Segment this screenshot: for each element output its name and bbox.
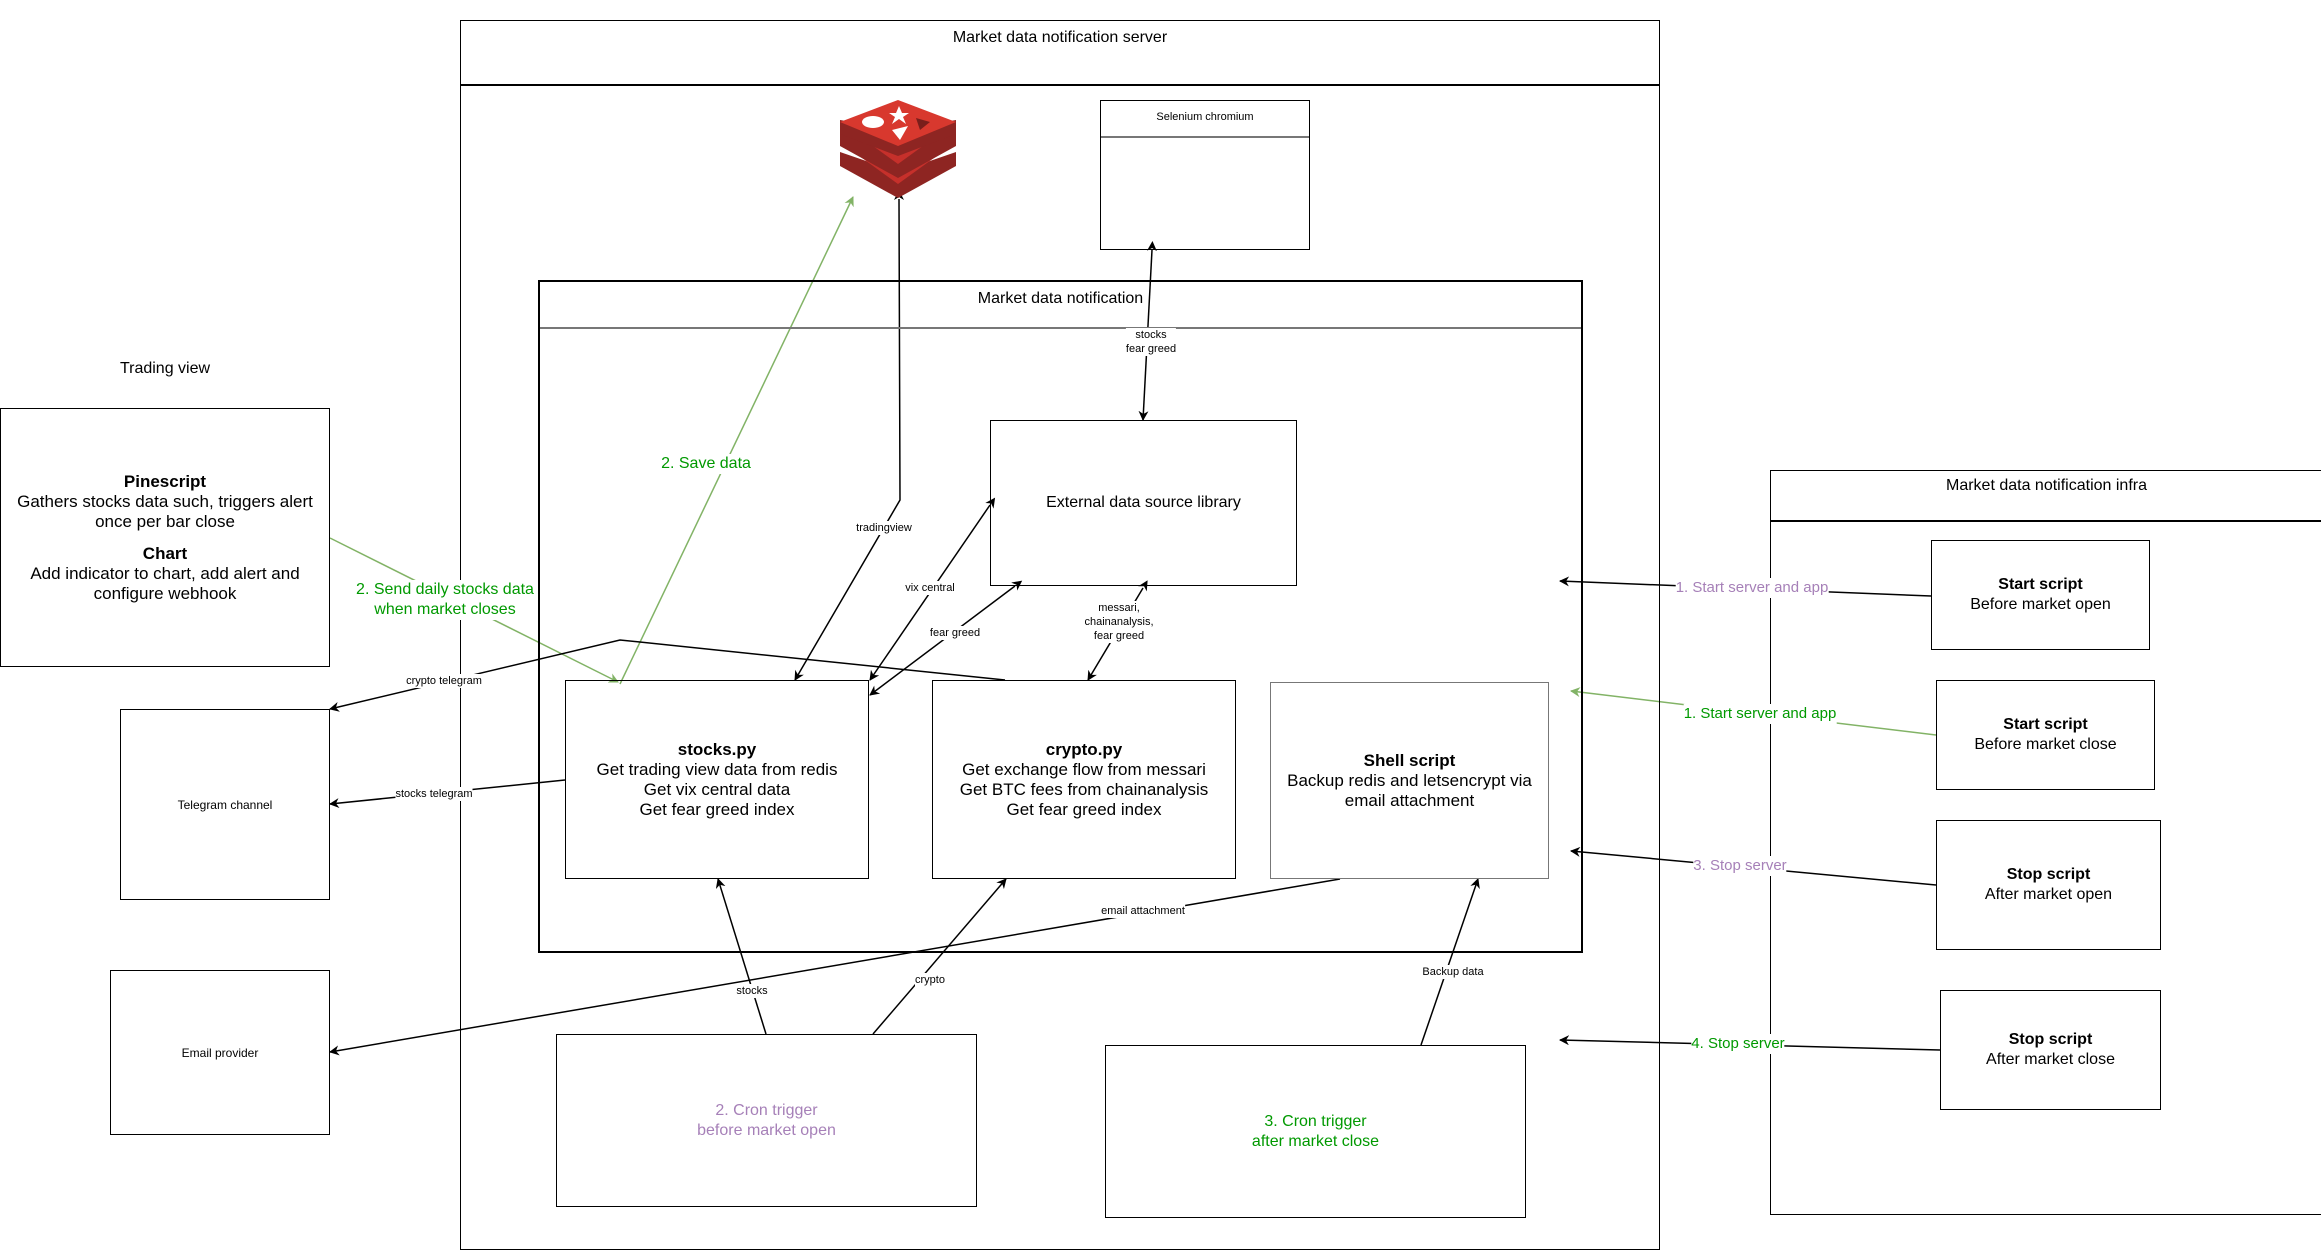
label-line: chainanalysis, [1084,616,1154,628]
cron-close-line1: 3. Cron trigger [1264,1112,1367,1130]
label-stocks-fear-greed: stocks fear greed [1125,328,1177,356]
stocks-py-box[interactable]: stocks.py Get trading view data from red… [565,680,869,879]
chart-heading: Chart [142,543,188,563]
stocks-py-heading: stocks.py [677,739,757,759]
app-title: Market data notification [977,290,1144,307]
server-title: Market data notification server [952,29,1168,46]
cron-after-close-box[interactable]: 3. Cron trigger after market close [1105,1045,1526,1218]
script-sub: Before market open [1970,596,2111,613]
label-stocks-telegram: stocks telegram [395,787,473,801]
cron-before-open-box[interactable]: 2. Cron trigger before market open [556,1034,977,1207]
email-provider-box[interactable]: Email provider [110,970,330,1135]
external-data-source-box[interactable]: External data source library [990,420,1297,586]
crypto-py-line: Get fear greed index [1006,799,1162,819]
crypto-py-box[interactable]: crypto.py Get exchange flow from messari… [932,680,1236,879]
external-lib-label: External data source library [1046,494,1241,511]
label-crypto: crypto [915,973,945,987]
stocks-py-line: Get fear greed index [639,799,795,819]
pinescript-desc-1: Gathers stocks data such, triggers alert [17,491,313,511]
cron-open-line2: before market open [697,1121,836,1139]
label-crypto-telegram: crypto telegram [406,674,482,688]
label-line: stocks [1135,329,1167,341]
stop-script-after-close[interactable]: Stop script After market close [1940,990,2161,1110]
stocks-py-line: Get trading view data from redis [596,759,838,779]
server-header-divider [461,84,1659,86]
label-line: fear greed [1093,630,1145,642]
label-start1: 1. Start server and app [1675,578,1829,598]
label-save-data: 2. Save data [661,454,751,474]
chart-desc-1: Add indicator to chart, add alert and [30,563,300,583]
start-script-before-close[interactable]: Start script Before market close [1936,680,2155,790]
script-heading: Stop script [2008,1031,2093,1048]
trading-view-box[interactable]: Pinescript Gathers stocks data such, tri… [0,408,330,667]
selenium-header-divider [1101,136,1309,138]
shell-script-line: Backup redis and letsencrypt via [1287,771,1532,790]
pinescript-desc-2: once per bar close [95,511,235,531]
label-backup-data: Backup data [1422,965,1484,979]
start-script-before-open[interactable]: Start script Before market open [1931,540,2150,650]
redis-icon[interactable] [840,100,957,200]
telegram-channel-box[interactable]: Telegram channel [120,709,330,900]
crypto-py-line: Get BTC fees from chainanalysis [959,779,1209,799]
crypto-py-heading: crypto.py [1045,739,1123,759]
crypto-py-line: Get exchange flow from messari [962,759,1206,779]
label-stop4: 4. Stop server [1691,1034,1785,1054]
script-heading: Start script [2003,716,2088,733]
script-sub: After market open [1984,886,2113,903]
shell-script-heading: Shell script [1363,751,1456,770]
selenium-chromium-box[interactable]: Selenium chromium [1100,100,1310,250]
label-line: messari, [1098,602,1140,614]
script-heading: Start script [1998,576,2083,593]
cron-close-line2: after market close [1251,1132,1380,1150]
infra-title: Market data notification infra [1946,477,2147,494]
chart-desc-2: configure webhook [93,583,237,603]
stocks-py-line: Get vix central data [643,779,791,799]
label-send-daily-stocks: 2. Send daily stocks data when market cl… [356,580,534,620]
script-sub: After market close [1986,1051,2115,1068]
app-header-divider [540,327,1581,329]
label-vix-central: vix central [905,581,955,595]
label-line: 2. Send daily stocks data [356,581,534,598]
script-heading: Stop script [2006,866,2091,883]
infra-header-divider [1771,520,2321,522]
script-sub: Before market close [1974,736,2117,753]
label-email-attachment: email attachment [1101,904,1185,918]
pinescript-heading: Pinescript [123,471,207,491]
label-line: fear greed [1125,343,1177,355]
label-fear-greed: fear greed [929,626,981,640]
cron-open-line1: 2. Cron trigger [715,1101,818,1119]
selenium-title: Selenium chromium [1156,111,1254,123]
trading-view-title: Trading view [119,360,211,377]
label-start2: 1. Start server and app [1683,704,1837,724]
label-stocks: stocks [736,984,768,998]
label-messari: messari, chainanalysis, fear greed [1084,601,1154,643]
shell-script-line: email attachment [1344,791,1475,810]
telegram-channel-label: Telegram channel [177,797,273,812]
stop-script-after-open[interactable]: Stop script After market open [1936,820,2161,950]
label-tradingview: tradingview [856,521,912,535]
label-line: when market closes [374,601,516,618]
shell-script-box[interactable]: Shell script Backup redis and letsencryp… [1270,682,1549,879]
label-stop3: 3. Stop server [1693,856,1787,876]
email-provider-label: Email provider [181,1045,259,1060]
